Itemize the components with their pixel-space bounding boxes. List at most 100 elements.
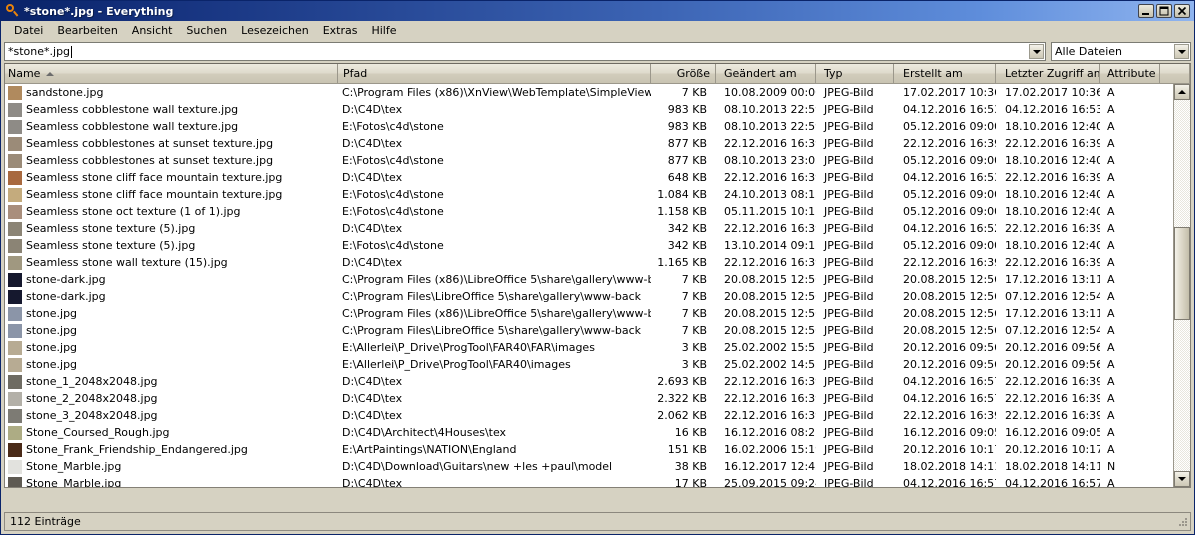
table-row[interactable]: stone_3_2048x2048.jpg D:\C4D\tex 2.062 KB 2… bbox=[5, 407, 1190, 424]
table-row[interactable]: stone-dark.jpg C:\Program Files\LibreOffi… bbox=[5, 288, 1190, 305]
column-header-path[interactable]: Pfad bbox=[338, 64, 651, 83]
cell-created: 05.12.2016 09:00 bbox=[903, 120, 996, 133]
menu-item-hilfe[interactable]: Hilfe bbox=[364, 23, 403, 39]
magnifier-icon bbox=[4, 3, 20, 19]
table-row[interactable]: Seamless cobblestone wall texture.jpg D:\… bbox=[5, 101, 1190, 118]
status-text: 112 Einträge bbox=[10, 515, 81, 528]
cell-accessed: 18.10.2016 12:40 bbox=[1005, 205, 1100, 218]
table-row[interactable]: Seamless stone texture (5).jpg D:\C4D\tex… bbox=[5, 220, 1190, 237]
cell-created: 20.08.2015 12:56 bbox=[903, 324, 996, 337]
file-name-label: Stone_Marble.jpg bbox=[26, 477, 122, 487]
menu-item-ansicht[interactable]: Ansicht bbox=[125, 23, 180, 39]
table-row[interactable]: stone_2_2048x2048.jpg D:\C4D\tex 2.322 KB 2… bbox=[5, 390, 1190, 407]
cell-modified: 20.08.2015 12:56 bbox=[724, 307, 816, 320]
file-thumbnail-icon bbox=[8, 408, 22, 423]
table-row[interactable]: stone.jpg E:\Allerlei\P_Drive\ProgTool\FA… bbox=[5, 356, 1190, 373]
file-name-label: Seamless stone cliff face mountain textu… bbox=[26, 188, 283, 201]
column-header-accessed[interactable]: Letzter Zugriff am bbox=[996, 64, 1100, 83]
column-header-modified[interactable]: Geändert am bbox=[716, 64, 816, 83]
table-row[interactable]: Stone_Frank_Friendship_Endangered.jpg E:\… bbox=[5, 441, 1190, 458]
table-row[interactable]: stone.jpg E:\Allerlei\P_Drive\ProgTool\FA… bbox=[5, 339, 1190, 356]
table-row[interactable]: Seamless cobblestones at sunset texture.… bbox=[5, 135, 1190, 152]
scroll-up-button[interactable] bbox=[1174, 84, 1190, 100]
table-row[interactable]: stone.jpg C:\Program Files\LibreOffice 5\… bbox=[5, 322, 1190, 339]
cell-type: JPEG-Bild bbox=[824, 324, 874, 337]
filter-select[interactable]: Alle Dateien bbox=[1051, 42, 1191, 61]
search-input-value: *stone*.jpg bbox=[8, 45, 71, 58]
cell-modified: 13.10.2014 09:15 bbox=[724, 239, 816, 252]
column-header-created[interactable]: Erstellt am bbox=[894, 64, 996, 83]
cell-type: JPEG-Bild bbox=[824, 154, 874, 167]
table-row[interactable]: stone_1_2048x2048.jpg D:\C4D\tex 2.693 KB 2… bbox=[5, 373, 1190, 390]
column-header-size[interactable]: Größe bbox=[651, 64, 716, 83]
menu-item-extras[interactable]: Extras bbox=[316, 23, 365, 39]
cell-type: JPEG-Bild bbox=[824, 375, 874, 388]
cell-accessed: 22.12.2016 16:39 bbox=[1005, 222, 1100, 235]
cell-name: stone-dark.jpg bbox=[5, 289, 338, 304]
file-thumbnail-icon bbox=[8, 425, 22, 440]
menu-item-lesezeichen[interactable]: Lesezeichen bbox=[234, 23, 316, 39]
search-input[interactable]: *stone*.jpg bbox=[4, 42, 1046, 61]
cell-type: JPEG-Bild bbox=[824, 222, 874, 235]
menu-item-suchen[interactable]: Suchen bbox=[179, 23, 234, 39]
file-thumbnail-icon bbox=[8, 340, 22, 355]
cell-name: Seamless stone cliff face mountain textu… bbox=[5, 170, 338, 185]
column-header-attributes[interactable]: Attribute bbox=[1100, 64, 1160, 83]
file-name-label: Stone_Coursed_Rough.jpg bbox=[26, 426, 170, 439]
table-row[interactable]: stone-dark.jpg C:\Program Files (x86)\Lib… bbox=[5, 271, 1190, 288]
cell-accessed: 22.12.2016 16:39 bbox=[1005, 137, 1100, 150]
cell-modified: 08.10.2013 22:59 bbox=[724, 120, 816, 133]
table-row[interactable]: Seamless stone cliff face mountain textu… bbox=[5, 169, 1190, 186]
resize-grip-icon[interactable] bbox=[1177, 516, 1189, 528]
cell-attributes: A bbox=[1107, 341, 1115, 354]
column-header-name[interactable]: Name bbox=[5, 64, 338, 83]
table-row[interactable]: Seamless stone texture (5).jpg E:\Fotos\c… bbox=[5, 237, 1190, 254]
chevron-down-icon[interactable] bbox=[1174, 44, 1189, 59]
table-row[interactable]: Stone_Coursed_Rough.jpg D:\C4D\Architect\… bbox=[5, 424, 1190, 441]
cell-accessed: 17.02.2017 10:36 bbox=[1005, 86, 1100, 99]
menu-item-datei[interactable]: Datei bbox=[7, 23, 50, 39]
file-thumbnail-icon bbox=[8, 119, 22, 134]
cell-attributes: A bbox=[1107, 409, 1115, 422]
vertical-scrollbar[interactable] bbox=[1173, 84, 1190, 487]
table-row[interactable]: Seamless cobblestone wall texture.jpg E:\… bbox=[5, 118, 1190, 135]
scroll-down-button[interactable] bbox=[1174, 471, 1190, 487]
menu-item-bearbeiten[interactable]: Bearbeiten bbox=[50, 23, 124, 39]
file-thumbnail-icon bbox=[8, 459, 22, 474]
table-row[interactable]: Stone_Marble.jpg D:\C4D\Download\Guitars\… bbox=[5, 458, 1190, 475]
table-row[interactable]: Seamless stone wall texture (15).jpg D:\C… bbox=[5, 254, 1190, 271]
cell-created: 22.12.2016 16:39 bbox=[903, 409, 996, 422]
table-row[interactable]: stone.jpg C:\Program Files (x86)\LibreOff… bbox=[5, 305, 1190, 322]
cell-accessed: 07.12.2016 12:54 bbox=[1005, 324, 1100, 337]
cell-accessed: 20.12.2016 10:17 bbox=[1005, 443, 1100, 456]
minimize-button[interactable] bbox=[1138, 4, 1154, 18]
file-name-label: sandstone.jpg bbox=[26, 86, 104, 99]
search-history-dropdown-icon[interactable] bbox=[1029, 44, 1044, 59]
table-row[interactable]: Seamless cobblestones at sunset texture.… bbox=[5, 152, 1190, 169]
cell-created: 04.12.2016 16:53 bbox=[903, 103, 996, 116]
cell-accessed: 18.02.2018 14:11 bbox=[1005, 460, 1100, 473]
scrollbar-thumb[interactable] bbox=[1174, 227, 1190, 320]
column-header-type[interactable]: Typ bbox=[816, 64, 894, 83]
cell-size: 7 KB bbox=[681, 324, 707, 337]
cell-modified: 20.08.2015 12:56 bbox=[724, 290, 816, 303]
cell-path: D:\C4D\tex bbox=[342, 477, 403, 487]
maximize-button[interactable] bbox=[1156, 4, 1172, 18]
cell-accessed: 17.12.2016 13:11 bbox=[1005, 307, 1100, 320]
cell-created: 05.12.2016 09:00 bbox=[903, 205, 996, 218]
file-name-label: Seamless stone texture (5).jpg bbox=[26, 239, 196, 252]
close-button[interactable] bbox=[1174, 4, 1190, 18]
cell-size: 1.165 KB bbox=[657, 256, 707, 269]
cell-attributes: A bbox=[1107, 307, 1115, 320]
cell-path: E:\Allerlei\P_Drive\ProgTool\FAR40\image… bbox=[342, 358, 571, 371]
cell-attributes: A bbox=[1107, 392, 1115, 405]
table-row[interactable]: Seamless stone oct texture (1 of 1).jpg E… bbox=[5, 203, 1190, 220]
table-row[interactable]: Stone_Marble.jpg D:\C4D\tex 17 KB 25.09.201… bbox=[5, 475, 1190, 487]
results-rows[interactable]: sandstone.jpg C:\Program Files (x86)\XnVi… bbox=[5, 84, 1190, 487]
cell-accessed: 22.12.2016 16:39 bbox=[1005, 392, 1100, 405]
cell-created: 04.12.2016 16:57 bbox=[903, 392, 996, 405]
cell-created: 05.12.2016 09:00 bbox=[903, 154, 996, 167]
table-row[interactable]: sandstone.jpg C:\Program Files (x86)\XnVi… bbox=[5, 84, 1190, 101]
cell-modified: 22.12.2016 16:39 bbox=[724, 375, 816, 388]
table-row[interactable]: Seamless stone cliff face mountain textu… bbox=[5, 186, 1190, 203]
